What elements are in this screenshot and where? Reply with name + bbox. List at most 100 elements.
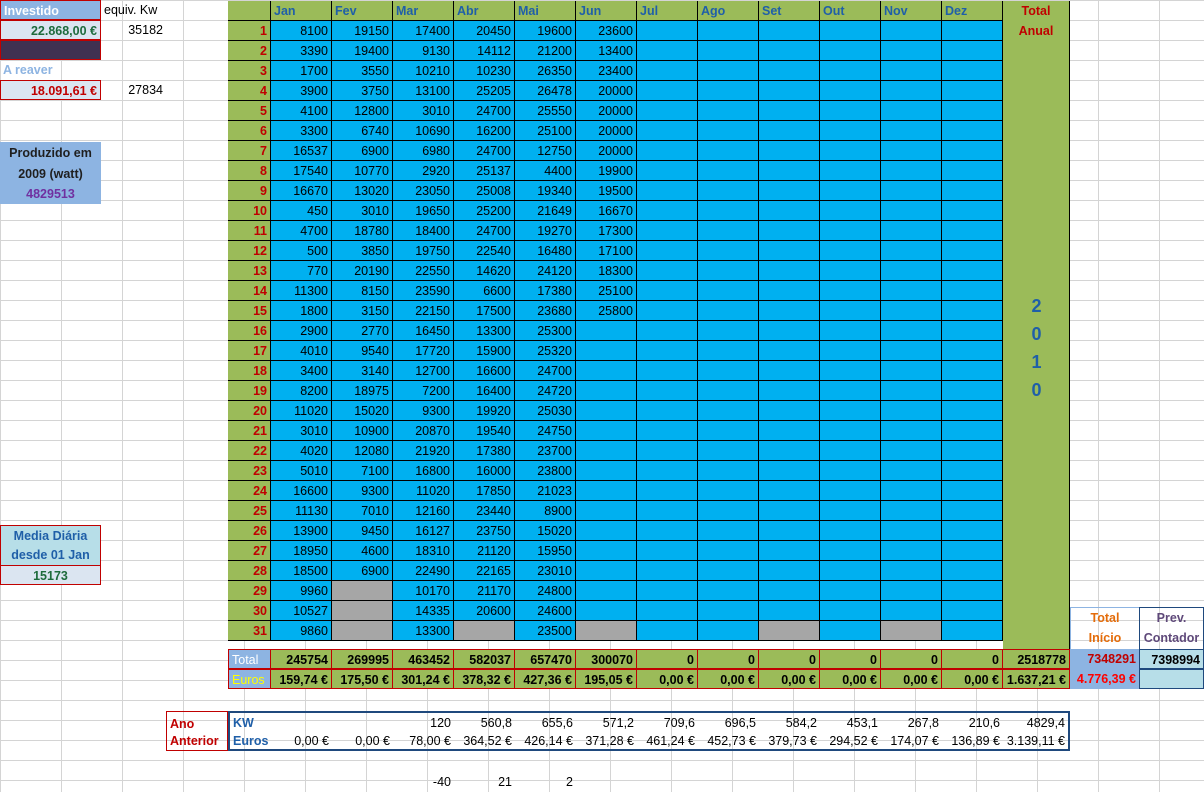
day-number[interactable]: 30 — [228, 601, 271, 621]
euros-cell-jun[interactable]: 195,05 € — [576, 669, 637, 689]
day-number[interactable]: 8 — [228, 161, 271, 181]
day-cell[interactable] — [820, 221, 881, 241]
day-cell[interactable] — [759, 361, 820, 381]
day-cell[interactable] — [698, 401, 759, 421]
day-cell[interactable] — [820, 561, 881, 581]
day-cell[interactable] — [820, 161, 881, 181]
day-cell[interactable] — [942, 41, 1003, 61]
day-cell[interactable] — [820, 441, 881, 461]
day-cell[interactable] — [576, 461, 637, 481]
euros-cell-dez[interactable]: 0,00 € — [942, 669, 1003, 689]
day-number[interactable]: 26 — [228, 521, 271, 541]
day-cell[interactable]: 22165 — [454, 561, 515, 581]
day-cell[interactable] — [698, 221, 759, 241]
day-cell[interactable]: 16000 — [454, 461, 515, 481]
day-cell[interactable] — [637, 421, 698, 441]
day-cell[interactable] — [820, 301, 881, 321]
day-cell[interactable] — [820, 141, 881, 161]
day-cell[interactable] — [942, 361, 1003, 381]
day-cell[interactable]: 3900 — [271, 81, 332, 101]
day-cell[interactable]: 450 — [271, 201, 332, 221]
day-cell[interactable] — [942, 141, 1003, 161]
day-cell[interactable]: 25100 — [515, 121, 576, 141]
prev-contador-value[interactable]: 7398994 — [1139, 649, 1204, 669]
media-diaria-value[interactable]: 15173 — [0, 565, 101, 585]
day-cell[interactable]: 4400 — [515, 161, 576, 181]
total-cell-dez[interactable]: 0 — [942, 649, 1003, 669]
day-cell[interactable] — [698, 21, 759, 41]
day-cell[interactable] — [881, 101, 942, 121]
day-cell[interactable]: 16537 — [271, 141, 332, 161]
day-cell[interactable]: 23750 — [454, 521, 515, 541]
day-cell[interactable]: 6980 — [393, 141, 454, 161]
day-number[interactable]: 1 — [228, 21, 271, 41]
euros-cell-mai[interactable]: 427,36 € — [515, 669, 576, 689]
day-cell[interactable]: 25550 — [515, 101, 576, 121]
day-cell[interactable]: 6740 — [332, 121, 393, 141]
day-cell[interactable] — [759, 81, 820, 101]
day-cell[interactable] — [759, 321, 820, 341]
day-cell[interactable]: 23700 — [515, 441, 576, 461]
day-cell[interactable] — [759, 601, 820, 621]
month-header-out[interactable]: Out — [820, 1, 881, 21]
day-cell[interactable]: 25008 — [454, 181, 515, 201]
day-cell[interactable]: 16200 — [454, 121, 515, 141]
day-cell[interactable]: 14335 — [393, 601, 454, 621]
day-cell[interactable] — [759, 381, 820, 401]
day-cell[interactable] — [942, 541, 1003, 561]
day-cell[interactable]: 4020 — [271, 441, 332, 461]
day-cell[interactable] — [820, 41, 881, 61]
day-cell[interactable] — [942, 501, 1003, 521]
equiv-kw-value-2[interactable]: 27834 — [101, 80, 166, 100]
day-cell[interactable]: 16670 — [271, 181, 332, 201]
day-cell[interactable] — [637, 501, 698, 521]
day-cell[interactable]: 9130 — [393, 41, 454, 61]
day-cell[interactable] — [698, 621, 759, 641]
day-cell[interactable] — [881, 181, 942, 201]
total-cell-out[interactable]: 0 — [820, 649, 881, 669]
day-cell[interactable] — [942, 121, 1003, 141]
day-cell[interactable] — [881, 381, 942, 401]
day-cell[interactable]: 18300 — [576, 261, 637, 281]
day-number[interactable]: 3 — [228, 61, 271, 81]
day-cell[interactable] — [820, 421, 881, 441]
day-cell[interactable]: 10770 — [332, 161, 393, 181]
day-cell[interactable]: 4700 — [271, 221, 332, 241]
day-number[interactable]: 7 — [228, 141, 271, 161]
prev-kw-cell[interactable] — [332, 711, 393, 731]
day-number[interactable]: 22 — [228, 441, 271, 461]
day-cell[interactable] — [759, 181, 820, 201]
day-cell[interactable] — [881, 141, 942, 161]
euros-cell-abr[interactable]: 378,32 € — [454, 669, 515, 689]
day-cell[interactable]: 6900 — [332, 141, 393, 161]
day-cell[interactable]: 3140 — [332, 361, 393, 381]
day-cell[interactable] — [942, 181, 1003, 201]
day-number[interactable]: 6 — [228, 121, 271, 141]
day-cell[interactable]: 22540 — [454, 241, 515, 261]
year-digit[interactable]: 0 — [1003, 376, 1070, 404]
day-cell[interactable] — [942, 581, 1003, 601]
day-cell[interactable]: 9300 — [332, 481, 393, 501]
day-cell[interactable]: 13300 — [454, 321, 515, 341]
day-cell[interactable]: 5010 — [271, 461, 332, 481]
day-cell[interactable] — [759, 341, 820, 361]
day-cell[interactable]: 2920 — [393, 161, 454, 181]
day-cell[interactable]: 16400 — [454, 381, 515, 401]
day-cell[interactable] — [881, 521, 942, 541]
day-cell[interactable]: 23500 — [515, 621, 576, 641]
day-cell[interactable] — [698, 361, 759, 381]
total-cell-set[interactable]: 0 — [759, 649, 820, 669]
day-number[interactable]: 31 — [228, 621, 271, 641]
prev-contador-empty[interactable] — [1139, 669, 1204, 689]
day-cell[interactable] — [759, 21, 820, 41]
day-cell[interactable]: 23600 — [576, 21, 637, 41]
day-cell[interactable] — [881, 401, 942, 421]
produzido-line1[interactable]: Produzido em — [0, 142, 101, 164]
day-cell[interactable] — [881, 281, 942, 301]
day-cell[interactable] — [942, 161, 1003, 181]
day-cell[interactable]: 20870 — [393, 421, 454, 441]
prev-kw-cell[interactable] — [271, 711, 332, 731]
day-cell[interactable]: 3300 — [271, 121, 332, 141]
euros-row-label[interactable]: Euros — [228, 669, 271, 689]
day-number[interactable]: 9 — [228, 181, 271, 201]
